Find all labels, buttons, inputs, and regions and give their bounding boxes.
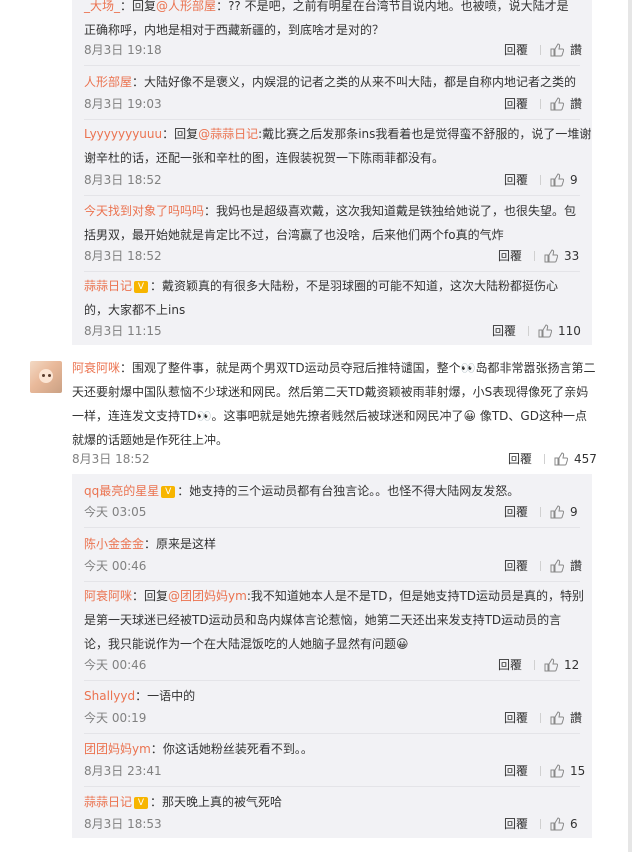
reply-meta: 8月3日 18:52 回覆 33	[84, 246, 580, 266]
reply-meta: 8月3日 18:52 回覆 9	[84, 170, 580, 190]
reply-meta: 8月3日 23:41 回覆 15	[84, 761, 585, 781]
reply-item: Shallyyd：一语中的	[84, 689, 196, 703]
reply-button[interactable]: 回覆	[504, 708, 528, 728]
reply-timestamp: 今天 00:46	[84, 658, 147, 672]
reply-timestamp: 8月3日 18:52	[84, 249, 162, 263]
vip-badge-icon: V	[134, 280, 149, 293]
vip-badge-icon: V	[134, 796, 149, 809]
reply-username[interactable]: Lyyyyyyyuuu	[84, 127, 162, 141]
reply-username[interactable]: Shallyyd	[84, 689, 135, 703]
comment-meta: 8月3日 18:52 回覆 457	[72, 449, 597, 469]
thumbs-up-icon	[550, 817, 564, 831]
reply-item: 陈小金金金：原来是这样	[84, 537, 217, 551]
reply-item: qq最亮的星星 V ：她支持的三个运动员都有台独言论。。也怪不得大陆网友发怒。	[84, 484, 520, 498]
thumbs-up-icon	[550, 505, 564, 519]
reply-timestamp: 8月3日 23:41	[84, 764, 162, 778]
thumbs-up-icon	[550, 97, 564, 111]
like-button[interactable]: 457	[554, 449, 597, 469]
thumbs-up-icon	[538, 324, 552, 338]
reply-timestamp: 8月3日 19:18	[84, 43, 162, 57]
reply-item: 阿衰阿咪：回复@团团妈妈ym:我不知道她本人是不是TD，但是她支持TD运动员是真…	[84, 589, 585, 651]
thumbs-up-icon	[544, 249, 558, 263]
reply-username[interactable]: 阿衰阿咪	[84, 589, 132, 603]
reply-username[interactable]: 团团妈妈ym	[84, 742, 151, 756]
like-button[interactable]: 15	[550, 761, 585, 781]
reply-timestamp: 今天 03:05	[84, 505, 147, 519]
reply-meta: 今天 00:46 回覆 讚	[84, 556, 582, 576]
reply-button[interactable]: 回覆	[504, 556, 528, 576]
vip-badge-icon: V	[161, 485, 176, 498]
reply-meta: 今天 00:46 回覆 12	[84, 655, 580, 675]
reply-timestamp: 8月3日 18:53	[84, 817, 162, 831]
thumbs-up-icon	[550, 173, 564, 187]
reply-username[interactable]: qq最亮的星星	[84, 484, 159, 498]
comment-timestamp: 8月3日 18:52	[72, 452, 150, 466]
like-button[interactable]: 110	[538, 321, 581, 341]
thumbs-up-icon	[550, 764, 564, 778]
mention-link[interactable]: @人形部屋	[156, 0, 216, 13]
reply-button[interactable]: 回覆	[504, 170, 528, 190]
comment-username[interactable]: 阿衰阿咪	[72, 361, 120, 375]
reply-username[interactable]: 今天找到对象了吗吗吗	[84, 204, 204, 218]
like-button[interactable]: 9	[550, 502, 578, 522]
like-button[interactable]: 12	[544, 655, 579, 675]
reply-meta: 8月3日 19:03 回覆 讚	[84, 94, 582, 114]
reply-meta: 8月3日 19:18 回覆 讚	[84, 40, 582, 60]
reply-username[interactable]: 蒜蒜日记	[84, 795, 132, 809]
reply-username[interactable]: _大场_	[84, 0, 120, 13]
reply-item: Lyyyyyyyuuu：回复@蒜蒜日记:戴比赛之后发那条ins我看着也是觉得蛮不…	[84, 127, 592, 165]
reply-button[interactable]: 回覆	[498, 246, 522, 266]
reply-item: _大场_：回复@人形部屋：?? 不是吧，之前有明星在台湾节目说内地。也被喷，说大…	[84, 0, 569, 37]
like-button[interactable]: 讚	[550, 708, 582, 728]
scrollbar[interactable]	[628, 0, 632, 852]
main-comment: 阿衰阿咪：围观了整件事，就是两个男双TD运动员夺冠后推特谴国，整个👀岛都非常嚣张…	[72, 361, 596, 447]
like-button[interactable]: 讚	[550, 556, 582, 576]
reply-timestamp: 今天 00:46	[84, 559, 147, 573]
like-button[interactable]: 33	[544, 246, 579, 266]
reply-timestamp: 8月3日 18:52	[84, 173, 162, 187]
thumbs-up-icon	[554, 452, 568, 466]
thumbs-up-icon	[550, 43, 564, 57]
reply-button[interactable]: 回覆	[492, 321, 516, 341]
reply-timestamp: 今天 00:19	[84, 711, 147, 725]
thumbs-up-icon	[544, 658, 558, 672]
reply-button[interactable]: 回覆	[504, 814, 528, 834]
reply-item: 人形部屋：大陆好像不是褒义，内娱混的记者之类的从来不叫大陆，都是自称内地记者之类…	[84, 75, 577, 89]
reply-meta: 今天 00:19 回覆 讚	[84, 708, 582, 728]
reply-button[interactable]: 回覆	[504, 761, 528, 781]
mention-link[interactable]: @蒜蒜日记	[198, 127, 258, 141]
reply-timestamp: 8月3日 11:15	[84, 324, 162, 338]
reply-timestamp: 8月3日 19:03	[84, 97, 162, 111]
thumbs-up-icon	[550, 559, 564, 573]
reply-button[interactable]: 回覆	[508, 449, 532, 469]
reply-username[interactable]: 人形部屋	[84, 75, 132, 89]
reply-button[interactable]: 回覆	[498, 655, 522, 675]
avatar[interactable]	[30, 361, 62, 393]
like-button[interactable]: 讚	[550, 94, 582, 114]
reply-item: 蒜蒜日记 V ：那天晚上真的被气死哈	[84, 795, 283, 809]
reply-item: 团团妈妈ym：你这话她粉丝装死看不到。。	[84, 742, 313, 756]
reply-username[interactable]: 蒜蒜日记	[84, 279, 132, 293]
reply-meta: 8月3日 18:53 回覆 6	[84, 814, 580, 834]
reply-button[interactable]: 回覆	[504, 502, 528, 522]
like-button[interactable]: 讚	[550, 40, 582, 60]
reply-meta: 8月3日 11:15 回覆 110	[84, 321, 581, 341]
reply-button[interactable]: 回覆	[504, 94, 528, 114]
reply-item: 蒜蒜日记 V ：戴资颖真的有很多大陆粉，不是羽球圈的可能不知道，这次大陆粉都挺伤心 …	[84, 279, 559, 317]
mention-link[interactable]: @团团妈妈ym	[168, 589, 247, 603]
like-button[interactable]: 6	[550, 814, 578, 834]
reply-item: 今天找到对象了吗吗吗：我妈也是超级喜欢戴，这次我知道戴是铁独给她说了，也很失望。…	[84, 204, 577, 242]
thumbs-up-icon	[550, 711, 564, 725]
like-button[interactable]: 9	[550, 170, 578, 190]
reply-meta: 今天 03:05 回覆 9	[84, 502, 580, 522]
reply-button[interactable]: 回覆	[504, 40, 528, 60]
reply-username[interactable]: 陈小金金金	[84, 537, 144, 551]
